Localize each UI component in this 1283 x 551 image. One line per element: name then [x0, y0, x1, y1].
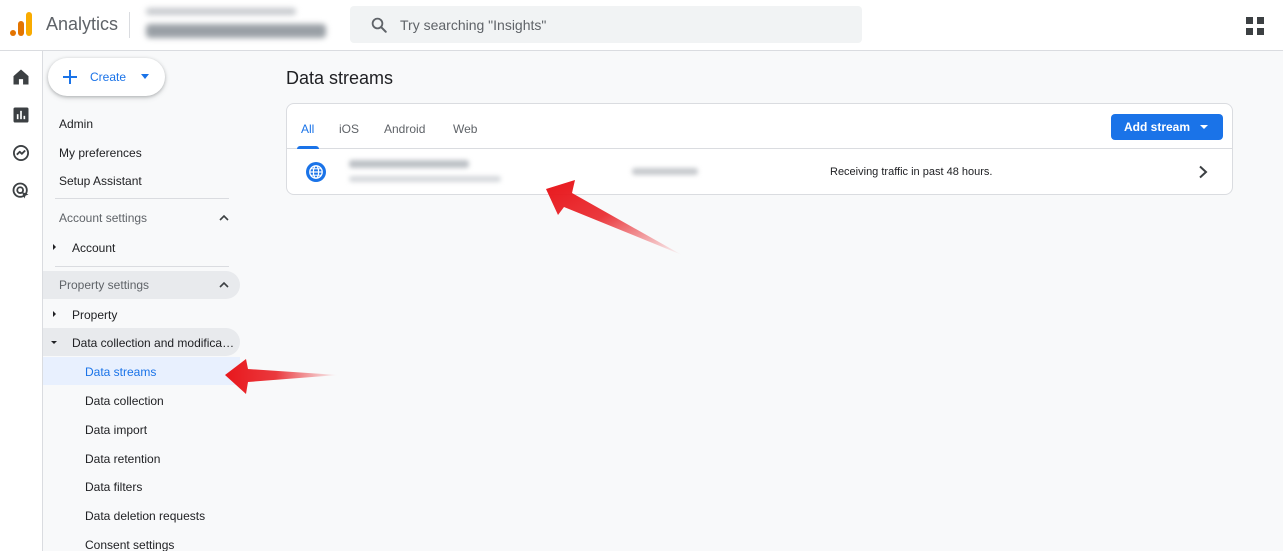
- search-bar[interactable]: [350, 6, 862, 43]
- tab-android[interactable]: Android: [384, 122, 425, 136]
- admin-nav-panel: Create Admin My preferences Setup Assist…: [43, 51, 250, 551]
- search-input[interactable]: [400, 6, 840, 43]
- chevron-up-icon: [219, 281, 229, 288]
- chevron-right-icon[interactable]: [1197, 165, 1209, 179]
- account-settings-section[interactable]: Account settings: [43, 204, 240, 232]
- caret-down-icon: [141, 74, 149, 79]
- nav-item-setup-assistant[interactable]: Setup Assistant: [59, 174, 142, 188]
- plus-icon: [63, 70, 77, 84]
- stream-name-redacted: [349, 160, 469, 168]
- nav-item-data-retention[interactable]: Data retention: [85, 452, 160, 466]
- nav-item-data-collection[interactable]: Data collection: [85, 394, 164, 408]
- nav-item-data-streams[interactable]: Data streams: [85, 365, 156, 379]
- tab-all[interactable]: All: [301, 122, 314, 136]
- apps-icon[interactable]: [1246, 17, 1264, 35]
- section-label: Account settings: [59, 211, 148, 225]
- stream-id-redacted: [632, 168, 698, 175]
- nav-item-my-preferences[interactable]: My preferences: [59, 146, 142, 160]
- add-stream-button[interactable]: Add stream: [1111, 114, 1223, 140]
- globe-icon: [306, 162, 326, 182]
- title-divider: [129, 12, 130, 38]
- caret-down-icon: [1200, 125, 1208, 129]
- tab-ios[interactable]: iOS: [339, 122, 359, 136]
- nav-item-data-filters[interactable]: Data filters: [85, 480, 142, 494]
- create-label: Create: [90, 70, 127, 84]
- home-icon[interactable]: [11, 67, 31, 87]
- create-button[interactable]: Create: [48, 58, 165, 96]
- nav-item-account[interactable]: Account: [72, 241, 115, 255]
- nav-divider: [55, 266, 229, 267]
- left-rail: [0, 51, 43, 551]
- nav-divider: [55, 198, 229, 199]
- chevron-up-icon: [219, 214, 229, 221]
- add-stream-label: Add stream: [1124, 120, 1191, 134]
- data-streams-card: All iOS Android Web Add stream Receiving…: [286, 103, 1233, 195]
- app-title: Analytics: [46, 14, 119, 34]
- active-tab-indicator: [297, 146, 319, 149]
- stream-status: Receiving traffic in past 48 hours.: [830, 166, 993, 178]
- search-icon: [371, 17, 387, 33]
- expand-arrow-icon[interactable]: [53, 244, 56, 250]
- section-label: Property settings: [59, 278, 150, 292]
- platform-tabs: All iOS Android Web Add stream: [287, 104, 1232, 149]
- tab-web[interactable]: Web: [453, 122, 477, 136]
- account-selector[interactable]: [142, 6, 332, 44]
- nav-item-consent-settings[interactable]: Consent settings: [85, 538, 174, 551]
- nav-item-data-deletion-requests[interactable]: Data deletion requests: [85, 509, 205, 523]
- advertising-icon[interactable]: [11, 181, 31, 201]
- reports-icon[interactable]: [11, 105, 31, 125]
- nav-item-data-import[interactable]: Data import: [85, 423, 147, 437]
- explore-icon[interactable]: [11, 143, 31, 163]
- top-bar: Analytics: [0, 0, 1283, 51]
- collapse-arrow-icon[interactable]: [51, 341, 57, 344]
- nav-item-data-collection-and-modification[interactable]: Data collection and modifica…: [72, 336, 234, 350]
- property-settings-section[interactable]: Property settings: [43, 271, 240, 299]
- expand-arrow-icon[interactable]: [53, 311, 56, 317]
- stream-row[interactable]: Receiving traffic in past 48 hours.: [287, 150, 1232, 194]
- analytics-logo-icon[interactable]: [10, 12, 32, 36]
- nav-item-property[interactable]: Property: [72, 308, 117, 322]
- stream-url-redacted: [349, 176, 501, 182]
- page-title: Data streams: [286, 68, 394, 88]
- nav-item-admin[interactable]: Admin: [59, 117, 93, 131]
